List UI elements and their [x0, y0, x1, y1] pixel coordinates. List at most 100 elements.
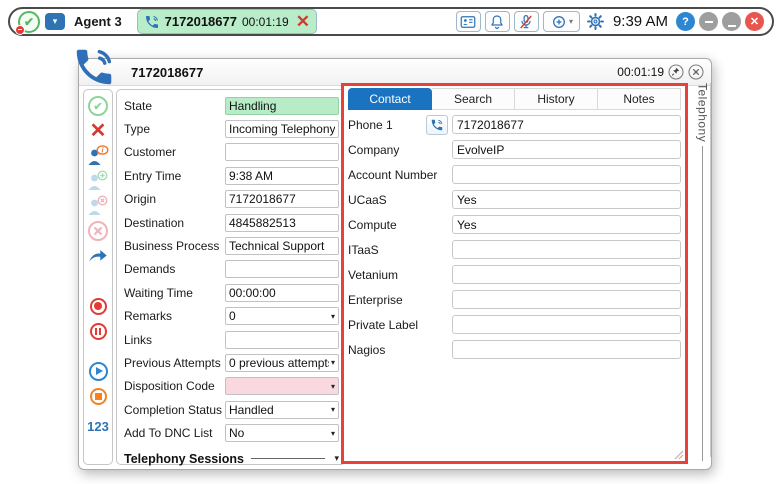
dropdown-caret-icon[interactable]: ▾ [331, 405, 335, 414]
nagios-label: Nagios [348, 343, 452, 357]
top-bar-tools: ▾ 9:39 AM ? ✕ [456, 11, 764, 32]
contact-row-ucaas: UCaaSYes [348, 187, 681, 212]
state-field[interactable]: Handling [225, 97, 339, 115]
restore-button[interactable] [699, 12, 718, 31]
private-label-field[interactable] [452, 315, 681, 334]
contact-row-enterprise: Enterprise [348, 287, 681, 312]
links-field[interactable] [225, 331, 339, 349]
tab-history[interactable]: History [515, 88, 598, 110]
dropdown-caret-icon[interactable]: ▾ [331, 312, 335, 321]
contact-fields: Phone 17172018677CompanyEvolveIPAccount … [348, 112, 681, 362]
enterprise-field[interactable] [452, 290, 681, 309]
company-field[interactable]: EvolveIP [452, 140, 681, 159]
contact-row-company: CompanyEvolveIP [348, 137, 681, 162]
form-row-type: TypeIncoming Telephony [124, 117, 339, 140]
compute-field[interactable]: Yes [452, 215, 681, 234]
accept-call-button[interactable]: ✔ [85, 94, 111, 118]
hold-pause-icon [90, 323, 107, 340]
settings-button[interactable] [586, 12, 605, 31]
form-row-entry-time: Entry Time9:38 AM [124, 164, 339, 187]
notifications-bell-icon [488, 13, 506, 31]
form-row-state: StateHandling [124, 94, 339, 117]
record-call-button[interactable] [85, 294, 111, 318]
section-caret-icon[interactable]: ▾ [334, 453, 339, 464]
crm-panel: ContactSearchHistoryNotes Phone 17172018… [341, 83, 688, 464]
transfer-call-button[interactable] [85, 244, 111, 268]
private-label-label: Private Label [348, 318, 452, 332]
entry-time-label: Entry Time [124, 169, 225, 183]
add-to-dnc-list-field[interactable]: No▾ [225, 424, 339, 442]
nagios-field[interactable] [452, 340, 681, 359]
zoom-plus-icon [550, 13, 568, 31]
remarks-field[interactable]: 0▾ [225, 307, 339, 325]
contact-card-button[interactable] [456, 11, 481, 32]
company-label: Company [348, 143, 452, 157]
cancel-call-icon [87, 220, 109, 242]
phone-1-field[interactable]: 7172018677 [452, 115, 681, 134]
business-process-field[interactable]: Technical Support [225, 237, 339, 255]
completion-status-field[interactable]: Handled▾ [225, 401, 339, 419]
telephony-sessions-header[interactable]: Telephony Sessions ▾ [124, 452, 339, 466]
cancel-call-button[interactable] [85, 219, 111, 243]
contact-row-account-number: Account Number [348, 162, 681, 187]
dial-phone-button[interactable] [426, 115, 448, 135]
destination-field[interactable]: 4845882513 [225, 214, 339, 232]
tab-contact[interactable]: Contact [348, 88, 432, 110]
customer-details-button[interactable]: i [85, 144, 111, 168]
zoom-menu-button[interactable]: ▾ [543, 11, 580, 32]
stop-button[interactable] [85, 384, 111, 408]
form-row-add-to-dnc-list: Add To DNC ListNo▾ [124, 421, 339, 444]
agent-dropdown-caret-icon: ▾ [53, 16, 58, 27]
interaction-timer: 00:01:19 [617, 65, 664, 79]
help-button[interactable]: ? [676, 12, 695, 31]
contact-row-compute: ComputeYes [348, 212, 681, 237]
origin-field[interactable]: 7172018677 [225, 190, 339, 208]
form-row-completion-status: Completion StatusHandled▾ [124, 398, 339, 421]
agent-dropdown-button[interactable]: ▾ [45, 13, 65, 30]
hold-call-button[interactable] [85, 319, 111, 343]
dnd-badge-icon [15, 25, 25, 35]
minimize-button[interactable] [722, 12, 741, 31]
disposition-code-field[interactable]: ▾ [225, 377, 339, 395]
conference-remove-button[interactable] [85, 194, 111, 218]
telephony-side-tab[interactable]: Telephony [692, 83, 713, 461]
pin-button[interactable] [668, 64, 684, 80]
mute-button[interactable] [514, 11, 539, 32]
phone-icon [430, 118, 444, 132]
record-call-icon [90, 298, 107, 315]
resize-grip[interactable] [674, 450, 684, 460]
vetanium-field[interactable] [452, 265, 681, 284]
customer-field[interactable] [225, 143, 339, 161]
enterprise-label: Enterprise [348, 293, 452, 307]
waiting-time-field[interactable]: 00:00:00 [225, 284, 339, 302]
entry-time-field[interactable]: 9:38 AM [225, 167, 339, 185]
account-number-field[interactable] [452, 165, 681, 184]
waiting-time-value: 00:00:00 [229, 286, 335, 300]
agent-status-button[interactable]: ✔ [18, 11, 40, 33]
tab-notes[interactable]: Notes [598, 88, 681, 110]
side-tab-edge [710, 83, 711, 457]
window-title-bar: 7172018677 00:01:19 [79, 59, 711, 86]
dropdown-caret-icon[interactable]: ▾ [331, 358, 335, 367]
conference-add-button[interactable] [85, 169, 111, 193]
close-window-button[interactable] [688, 64, 704, 80]
dropdown-caret-icon[interactable]: ▾ [331, 382, 335, 391]
tab-search[interactable]: Search [432, 88, 515, 110]
play-button[interactable] [85, 359, 111, 383]
agent-label: Agent 3 [74, 14, 122, 29]
demands-field[interactable] [225, 260, 339, 278]
notifications-button[interactable] [485, 11, 510, 32]
itaas-field[interactable] [452, 240, 681, 259]
end-call-button[interactable]: ✕ [294, 13, 312, 30]
dialpad-button[interactable]: 123 [85, 414, 111, 438]
type-field[interactable]: Incoming Telephony [225, 120, 339, 138]
ucaas-field[interactable]: Yes [452, 190, 681, 209]
previous-attempts-field[interactable]: 0 previous attempts▾ [225, 354, 339, 372]
close-button[interactable]: ✕ [745, 12, 764, 31]
reject-call-button[interactable]: ✕ [85, 119, 111, 143]
contact-row-private-label: Private Label [348, 312, 681, 337]
dropdown-caret-icon[interactable]: ▾ [331, 429, 335, 438]
active-call-tab[interactable]: 7172018677 00:01:19 ✕ [137, 9, 317, 34]
crm-tabs: ContactSearchHistoryNotes [348, 88, 681, 110]
call-phone-icon [144, 14, 160, 30]
